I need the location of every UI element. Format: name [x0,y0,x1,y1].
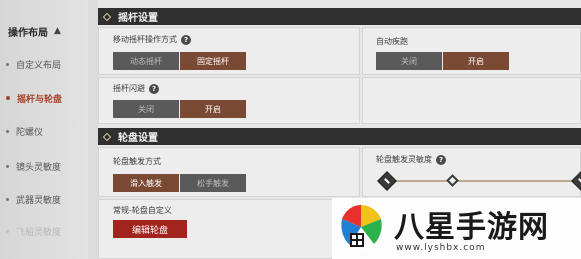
sidebar-item-custom-layout[interactable]: 自定义布局 [0,55,88,73]
sidebar-item-label: 陀螺仪 [16,127,44,138]
option-off[interactable]: 关闭 [376,52,442,70]
watermark-title: 八星手游网 [394,210,549,245]
watermark-url: www.lyshbx.com [396,243,486,253]
help-icon[interactable]: ? [436,154,446,165]
sidebar-item-label: 镜头灵敏度 [16,162,62,173]
option-slide-in-trigger[interactable]: 滑入触发 [113,174,179,192]
bullet-icon [6,96,10,100]
sidebar-item-camera-sensitivity[interactable]: 镜头灵敏度 [0,157,88,175]
option-on[interactable]: 开启 [443,52,509,70]
option-on[interactable]: 开启 [180,100,246,118]
card-empty [362,77,581,124]
diamond-icon [102,132,112,141]
option-off[interactable]: 关闭 [113,100,179,118]
option-dynamic-joystick[interactable]: 动态摇杆 [113,52,179,70]
trigger-sensitivity-label-text: 轮盘触发灵敏度 [376,155,432,164]
site-logo-icon [340,204,382,250]
section-title: 摇杆设置 [118,13,158,24]
trigger-mode-label-text: 轮盘触发方式 [113,157,161,166]
sidebar-item-weapon-sensitivity[interactable]: 武器灵敏度 [0,190,88,208]
auto-run-label: 自动疾跑 [376,36,408,47]
bullet-icon [6,197,9,201]
joystick-dodge-label-text: 摇杆闪避 [113,84,145,93]
help-icon[interactable]: ? [149,83,159,94]
move-mode-label: 移动摇杆操作方式 ? [113,34,191,45]
watermark: 八星手游网 www.lyshbx.com [332,198,581,259]
move-mode-label-text: 移动摇杆操作方式 [113,35,177,44]
auto-run-label-text: 自动疾跑 [376,37,408,46]
sidebar-item-label: 武器灵敏度 [16,195,62,206]
slider-track[interactable] [388,180,573,182]
bullet-icon [6,129,9,133]
bullet-icon [6,229,9,233]
joystick-dodge-toggle: 关闭 开启 [113,100,246,118]
sidebar: 操作布局 ▲ 自定义布局 摇杆与轮盘 陀螺仪 镜头灵敏度 武器灵敏度 飞船灵敏度 [0,0,88,259]
sidebar-item-label: 自定义布局 [16,60,62,71]
sidebar-header-operation-layout[interactable]: 操作布局 ▲ [0,20,88,42]
option-fixed-joystick[interactable]: 固定摇杆 [180,52,246,70]
sidebar-item-joystick-wheel[interactable]: 摇杆与轮盘 [0,89,88,107]
help-icon[interactable]: ? [181,34,191,45]
bullet-icon [6,164,9,168]
move-mode-selector: 动态摇杆 固定摇杆 [113,52,246,70]
custom-wheel-label: 常规-轮盘自定义 [113,205,172,216]
sidebar-item-label: 摇杆与轮盘 [17,94,63,105]
auto-run-toggle: 关闭 开启 [376,52,509,70]
section-header-wheel: 轮盘设置 [98,128,581,145]
section-title: 轮盘设置 [118,133,158,144]
section-header-joystick: 摇杆设置 [98,8,581,25]
joystick-dodge-label: 摇杆闪避 ? [113,83,159,94]
trigger-mode-label: 轮盘触发方式 [113,156,161,167]
sidebar-item-ship-sensitivity[interactable]: 飞船灵敏度 [0,222,88,240]
custom-wheel-label-text: 常规-轮盘自定义 [113,206,172,215]
sidebar-item-gyroscope[interactable]: 陀螺仪 [0,122,88,140]
edit-wheel-button[interactable]: 编辑轮盘 [113,220,187,238]
sidebar-item-label: 飞船灵敏度 [16,227,62,238]
option-release-trigger[interactable]: 松手触发 [180,174,246,192]
bullet-icon [6,62,9,66]
trigger-mode-selector: 滑入触发 松手触发 [113,174,246,192]
diamond-icon [102,12,112,21]
trigger-sensitivity-label: 轮盘触发灵敏度 ? [376,154,446,165]
chevron-up-icon: ▲ [54,26,61,36]
sidebar-header-label: 操作布局 [8,27,48,39]
